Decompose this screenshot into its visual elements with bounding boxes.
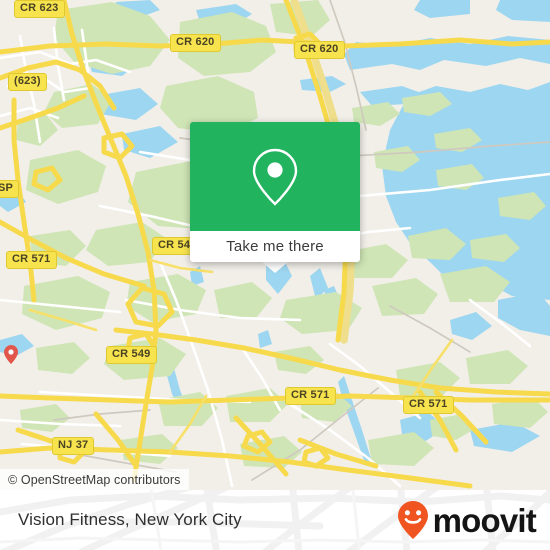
- popup-pointer-tip: [262, 262, 288, 273]
- road-shield-cr571-left: CR 571: [6, 251, 57, 269]
- screenshot-root: CR 623 CR 620 CR 620 (623) SP CR 549 CR …: [0, 0, 550, 550]
- road-shield-nj37: NJ 37: [52, 437, 95, 455]
- location-popup-card[interactable]: Take me there: [190, 122, 360, 262]
- take-me-there-button[interactable]: Take me there: [190, 231, 360, 262]
- road-shield-cr620-right: CR 620: [294, 41, 345, 59]
- moovit-wordmark: moovit: [432, 501, 537, 539]
- place-name-label: Vision Fitness, New York City: [18, 510, 242, 529]
- moovit-brand[interactable]: moovit: [396, 490, 537, 550]
- road-shield-cr620-left: CR 620: [170, 34, 221, 52]
- road-shield-cr549-lower: CR 549: [106, 346, 157, 364]
- road-shield-cr571-mid: CR 571: [285, 387, 336, 405]
- bottom-bar: Vision Fitness, New York City moovit: [0, 490, 550, 550]
- map-pin-icon: [252, 148, 298, 206]
- road-shield-cr571-right: CR 571: [403, 396, 454, 414]
- osm-attribution[interactable]: © OpenStreetMap contributors: [0, 469, 189, 490]
- moovit-pin-smiley-icon: [397, 501, 428, 539]
- road-shield-cr623-top: CR 623: [14, 0, 65, 18]
- road-shield-sp: SP: [0, 180, 20, 198]
- road-shield-623: (623): [8, 73, 47, 91]
- take-me-there-label: Take me there: [226, 238, 324, 255]
- popup-image-placeholder: [190, 122, 360, 231]
